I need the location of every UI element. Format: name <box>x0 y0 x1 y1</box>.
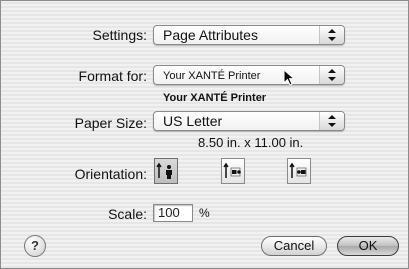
format-for-popup[interactable]: Your XANTÉ Printer <box>153 65 345 85</box>
cancel-button[interactable]: Cancel <box>261 236 327 256</box>
paper-dimensions: 8.50 in. x 11.00 in. <box>198 135 304 150</box>
paper-size-popup[interactable]: US Letter <box>153 111 345 131</box>
settings-popup-value: Page Attributes <box>163 27 258 43</box>
format-for-label: Format for: <box>78 68 147 84</box>
format-for-caption: Your XANTÉ Printer <box>163 92 267 104</box>
paper-size-label: Paper Size: <box>74 115 147 131</box>
settings-label: Settings: <box>92 27 147 43</box>
format-for-popup-value: Your XANTÉ Printer <box>163 70 261 82</box>
orientation-landscape-left-button[interactable] <box>221 158 245 184</box>
landscape-left-orientation-icon <box>223 162 241 178</box>
orientation-landscape-right-button[interactable] <box>287 158 311 184</box>
mouse-pointer-icon <box>283 69 296 86</box>
settings-popup[interactable]: Page Attributes <box>153 25 345 45</box>
orientation-portrait-button[interactable] <box>154 158 178 184</box>
landscape-right-orientation-icon <box>289 162 307 178</box>
scale-unit: % <box>199 206 210 220</box>
up-down-arrows-icon <box>319 112 344 130</box>
up-down-arrows-icon <box>319 66 344 84</box>
help-button[interactable]: ? <box>24 235 46 257</box>
page-setup-dialog: Settings: Page Attributes Format for: Yo… <box>0 0 409 269</box>
orientation-label: Orientation: <box>74 166 147 182</box>
paper-size-popup-value: US Letter <box>163 113 223 129</box>
up-down-arrows-icon <box>319 26 344 44</box>
scale-label: Scale: <box>108 206 147 222</box>
ok-button[interactable]: OK <box>337 236 399 256</box>
scale-input[interactable]: 100 <box>153 204 193 222</box>
portrait-orientation-icon <box>156 162 172 179</box>
